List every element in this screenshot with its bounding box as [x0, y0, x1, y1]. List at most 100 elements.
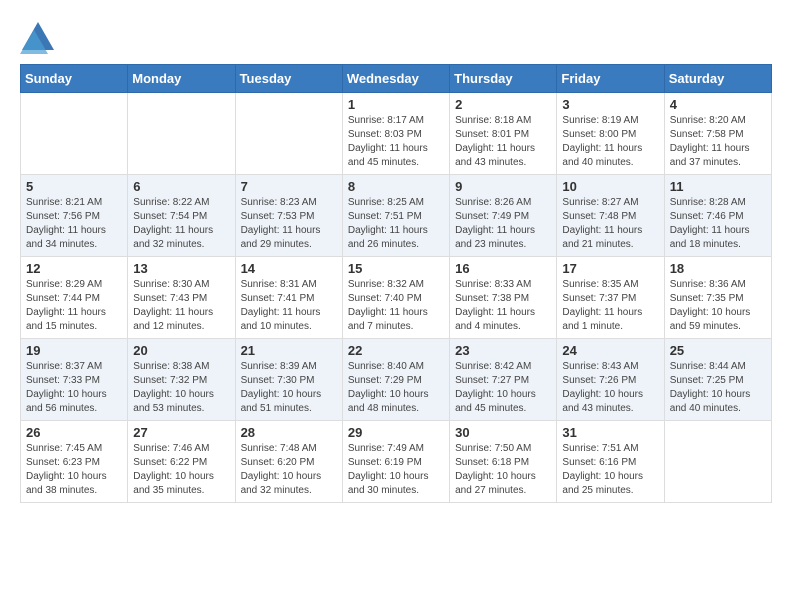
day-info: Sunrise: 8:31 AM Sunset: 7:41 PM Dayligh… [241, 278, 337, 334]
calendar-cell: 26Sunrise: 7:45 AM Sunset: 6:23 PM Dayli… [21, 421, 128, 503]
calendar-cell: 27 Sunrise: 7:46 AM Sunset: 6:22 PM Dayli… [128, 421, 235, 503]
calendar-cell: 6Sunrise: 8:22 AM Sunset: 7:54 PM Daylig… [128, 175, 235, 257]
calendar-cell: 12 Sunrise: 8:29 AM Sunset: 7:44 PM Dayli… [21, 257, 128, 339]
calendar-cell: 17 Sunrise: 8:35 AM Sunset: 7:37 PM Dayli… [557, 257, 664, 339]
header-friday: Friday [557, 65, 664, 93]
calendar-cell: 23 Sunrise: 8:42 AM Sunset: 7:27 PM Dayli… [450, 339, 557, 421]
day-info: Sunrise: 8:17 AM Sunset: 8:03 PM Dayligh… [348, 114, 444, 170]
header-saturday: Saturday [664, 65, 771, 93]
day-info: Sunrise: 8:33 AM Sunset: 7:38 PM Dayligh… [455, 278, 551, 334]
day-info: Sunrise: 8:30 AM Sunset: 7:43 PM Dayligh… [133, 278, 229, 334]
day-number: 23 [455, 343, 551, 358]
week-row-4: 19 Sunrise: 8:37 AM Sunset: 7:33 PM Dayli… [21, 339, 772, 421]
day-number: 8 [348, 179, 444, 194]
day-number: 19 [26, 343, 122, 358]
day-number: 14 [241, 261, 337, 276]
header-sunday: Sunday [21, 65, 128, 93]
calendar-cell: 19 Sunrise: 8:37 AM Sunset: 7:33 PM Dayli… [21, 339, 128, 421]
day-number: 16 [455, 261, 551, 276]
day-info: Sunrise: 8:21 AM Sunset: 7:56 PM Dayligh… [26, 196, 122, 252]
calendar-cell [128, 93, 235, 175]
calendar-cell: 20Sunrise: 8:38 AM Sunset: 7:32 PM Dayli… [128, 339, 235, 421]
calendar-cell [21, 93, 128, 175]
day-number: 13 [133, 261, 229, 276]
calendar-cell: 24 Sunrise: 8:43 AM Sunset: 7:26 PM Dayli… [557, 339, 664, 421]
day-info: Sunrise: 7:49 AM Sunset: 6:19 PM Dayligh… [348, 442, 444, 498]
calendar-cell: 10Sunrise: 8:27 AM Sunset: 7:48 PM Dayli… [557, 175, 664, 257]
day-info: Sunrise: 8:25 AM Sunset: 7:51 PM Dayligh… [348, 196, 444, 252]
day-number: 31 [562, 425, 658, 440]
calendar-cell: 16 Sunrise: 8:33 AM Sunset: 7:38 PM Dayli… [450, 257, 557, 339]
day-number: 4 [670, 97, 766, 112]
calendar-cell: 29 Sunrise: 7:49 AM Sunset: 6:19 PM Dayli… [342, 421, 449, 503]
day-number: 21 [241, 343, 337, 358]
day-info: Sunrise: 8:42 AM Sunset: 7:27 PM Dayligh… [455, 360, 551, 416]
calendar-cell: 28Sunrise: 7:48 AM Sunset: 6:20 PM Dayli… [235, 421, 342, 503]
day-number: 5 [26, 179, 122, 194]
day-number: 11 [670, 179, 766, 194]
day-info: Sunrise: 8:37 AM Sunset: 7:33 PM Dayligh… [26, 360, 122, 416]
header-wednesday: Wednesday [342, 65, 449, 93]
calendar-cell: 25 Sunrise: 8:44 AM Sunset: 7:25 PM Dayli… [664, 339, 771, 421]
day-info: Sunrise: 8:23 AM Sunset: 7:53 PM Dayligh… [241, 196, 337, 252]
week-row-5: 26Sunrise: 7:45 AM Sunset: 6:23 PM Dayli… [21, 421, 772, 503]
calendar-cell: 7 Sunrise: 8:23 AM Sunset: 7:53 PM Daylig… [235, 175, 342, 257]
logo [20, 20, 62, 56]
day-info: Sunrise: 7:45 AM Sunset: 6:23 PM Dayligh… [26, 442, 122, 498]
day-number: 3 [562, 97, 658, 112]
day-info: Sunrise: 8:19 AM Sunset: 8:00 PM Dayligh… [562, 114, 658, 170]
day-number: 30 [455, 425, 551, 440]
calendar-cell: 22 Sunrise: 8:40 AM Sunset: 7:29 PM Dayli… [342, 339, 449, 421]
day-info: Sunrise: 8:32 AM Sunset: 7:40 PM Dayligh… [348, 278, 444, 334]
day-info: Sunrise: 8:28 AM Sunset: 7:46 PM Dayligh… [670, 196, 766, 252]
day-number: 29 [348, 425, 444, 440]
day-number: 25 [670, 343, 766, 358]
day-info: Sunrise: 7:46 AM Sunset: 6:22 PM Dayligh… [133, 442, 229, 498]
calendar-cell: 18 Sunrise: 8:36 AM Sunset: 7:35 PM Dayli… [664, 257, 771, 339]
day-info: Sunrise: 8:39 AM Sunset: 7:30 PM Dayligh… [241, 360, 337, 416]
day-number: 7 [241, 179, 337, 194]
day-info: Sunrise: 7:51 AM Sunset: 6:16 PM Dayligh… [562, 442, 658, 498]
calendar-cell: 2 Sunrise: 8:18 AM Sunset: 8:01 PM Daylig… [450, 93, 557, 175]
header-thursday: Thursday [450, 65, 557, 93]
day-info: Sunrise: 7:48 AM Sunset: 6:20 PM Dayligh… [241, 442, 337, 498]
calendar-cell: 31 Sunrise: 7:51 AM Sunset: 6:16 PM Dayli… [557, 421, 664, 503]
calendar-cell: 8 Sunrise: 8:25 AM Sunset: 7:51 PM Daylig… [342, 175, 449, 257]
day-info: Sunrise: 7:50 AM Sunset: 6:18 PM Dayligh… [455, 442, 551, 498]
calendar-cell: 15 Sunrise: 8:32 AM Sunset: 7:40 PM Dayli… [342, 257, 449, 339]
calendar-cell [235, 93, 342, 175]
day-info: Sunrise: 8:36 AM Sunset: 7:35 PM Dayligh… [670, 278, 766, 334]
calendar-cell: 11 Sunrise: 8:28 AM Sunset: 7:46 PM Dayli… [664, 175, 771, 257]
day-info: Sunrise: 8:43 AM Sunset: 7:26 PM Dayligh… [562, 360, 658, 416]
header-monday: Monday [128, 65, 235, 93]
calendar-cell: 13 Sunrise: 8:30 AM Sunset: 7:43 PM Dayli… [128, 257, 235, 339]
calendar-cell: 21 Sunrise: 8:39 AM Sunset: 7:30 PM Dayli… [235, 339, 342, 421]
calendar-cell: 3 Sunrise: 8:19 AM Sunset: 8:00 PM Daylig… [557, 93, 664, 175]
day-number: 22 [348, 343, 444, 358]
day-number: 12 [26, 261, 122, 276]
calendar-header-row: SundayMondayTuesdayWednesdayThursdayFrid… [21, 65, 772, 93]
day-number: 20 [133, 343, 229, 358]
day-info: Sunrise: 8:22 AM Sunset: 7:54 PM Dayligh… [133, 196, 229, 252]
day-info: Sunrise: 8:44 AM Sunset: 7:25 PM Dayligh… [670, 360, 766, 416]
calendar-table: SundayMondayTuesdayWednesdayThursdayFrid… [20, 64, 772, 503]
day-info: Sunrise: 8:40 AM Sunset: 7:29 PM Dayligh… [348, 360, 444, 416]
day-info: Sunrise: 8:18 AM Sunset: 8:01 PM Dayligh… [455, 114, 551, 170]
day-number: 15 [348, 261, 444, 276]
day-info: Sunrise: 8:29 AM Sunset: 7:44 PM Dayligh… [26, 278, 122, 334]
day-number: 2 [455, 97, 551, 112]
day-number: 17 [562, 261, 658, 276]
day-number: 18 [670, 261, 766, 276]
day-number: 1 [348, 97, 444, 112]
day-number: 27 [133, 425, 229, 440]
week-row-2: 5 Sunrise: 8:21 AM Sunset: 7:56 PM Daylig… [21, 175, 772, 257]
calendar-cell: 4 Sunrise: 8:20 AM Sunset: 7:58 PM Daylig… [664, 93, 771, 175]
logo-icon [20, 20, 56, 56]
week-row-3: 12 Sunrise: 8:29 AM Sunset: 7:44 PM Dayli… [21, 257, 772, 339]
day-number: 24 [562, 343, 658, 358]
day-info: Sunrise: 8:27 AM Sunset: 7:48 PM Dayligh… [562, 196, 658, 252]
day-number: 9 [455, 179, 551, 194]
day-info: Sunrise: 8:35 AM Sunset: 7:37 PM Dayligh… [562, 278, 658, 334]
header-tuesday: Tuesday [235, 65, 342, 93]
day-info: Sunrise: 8:20 AM Sunset: 7:58 PM Dayligh… [670, 114, 766, 170]
